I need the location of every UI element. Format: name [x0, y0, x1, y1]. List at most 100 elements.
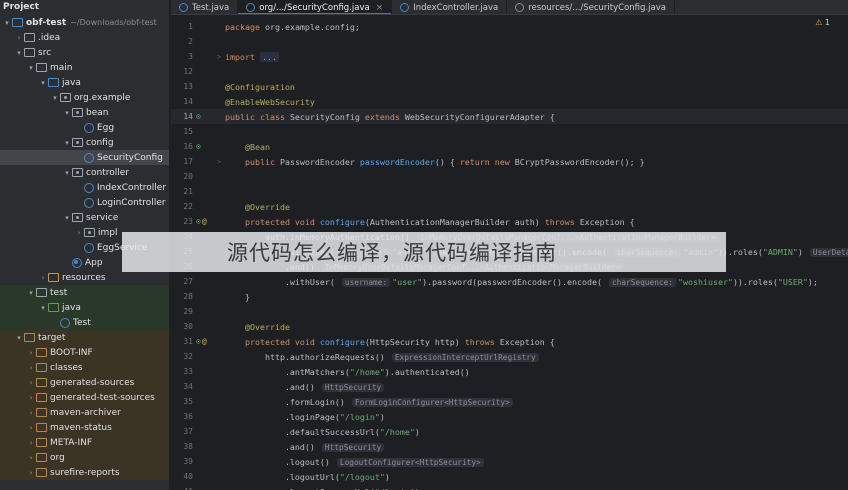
chevron-right-icon[interactable]: ›	[14, 34, 24, 42]
tree-item-resources[interactable]: › resources	[0, 270, 169, 285]
code-line[interactable]: 14 ⊙ public class SecurityConfig extends W…	[171, 109, 848, 124]
chevron-down-icon[interactable]: ▾	[62, 214, 72, 222]
code-line[interactable]: 36 .loginPage("/login")	[171, 409, 848, 424]
tab-test-java[interactable]: Test.java	[171, 0, 239, 14]
tab-indexcontroller-java[interactable]: IndexController.java	[392, 0, 508, 14]
code-line[interactable]: 28 }	[171, 289, 848, 304]
tree-item-test[interactable]: ·Test	[0, 315, 169, 330]
tree-item-java[interactable]: ▾ java	[0, 75, 169, 90]
code-line[interactable]: 12	[171, 64, 848, 79]
tree-item-org[interactable]: › org	[0, 450, 169, 465]
gutter-icons[interactable]: ⊙	[196, 112, 220, 121]
chevron-down-icon[interactable]: ▾	[26, 64, 36, 72]
code-line[interactable]: 21	[171, 184, 848, 199]
chevron-right-icon[interactable]: ›	[26, 394, 36, 402]
tree-item-main[interactable]: ▾ main	[0, 60, 169, 75]
tree-item-maven-archiver[interactable]: › maven-archiver	[0, 405, 169, 420]
chevron-right-icon[interactable]: ›	[38, 274, 48, 282]
close-icon[interactable]: ×	[376, 3, 384, 13]
code-line[interactable]: 22 @Override	[171, 199, 848, 214]
gutter-icons[interactable]: ⊙ @	[196, 217, 220, 226]
tree-item-meta-inf[interactable]: › META-INF	[0, 435, 169, 450]
code-line[interactable]: 23 ⊙ @ protected void configure(Authentica…	[171, 214, 848, 229]
tree-item-egg[interactable]: ·Egg	[0, 120, 169, 135]
code-line[interactable]: 3 > import ...	[171, 49, 848, 64]
code-line[interactable]: 38 .and() HttpSecurity	[171, 439, 848, 454]
chevron-right-icon[interactable]: ›	[74, 229, 84, 237]
override-icon[interactable]: @	[202, 217, 207, 226]
tree-item-surefire-reports[interactable]: › surefire-reports	[0, 465, 169, 480]
code-line[interactable]: 13 @Configuration	[171, 79, 848, 94]
code-line[interactable]: 30 @Override	[171, 319, 848, 334]
code-line[interactable]: 39 .logout() LogoutConfigurer<HttpSecuri…	[171, 454, 848, 469]
chevron-right-icon[interactable]: ›	[26, 364, 36, 372]
tree-item-bean[interactable]: ▾ bean	[0, 105, 169, 120]
code-line[interactable]: 2	[171, 34, 848, 49]
code-line[interactable]: 32 http.authorizeRequests() ExpressionIn…	[171, 349, 848, 364]
chevron-right-icon[interactable]: ›	[26, 439, 36, 447]
code-line[interactable]: 14 @EnableWebSecurity	[171, 94, 848, 109]
chevron-down-icon[interactable]: ▾	[14, 334, 24, 342]
chevron-down-icon[interactable]: ▾	[26, 289, 36, 297]
code-line[interactable]: 35 .formLogin() FormLoginConfigurer<Http…	[171, 394, 848, 409]
tree-item--idea[interactable]: › .idea	[0, 30, 169, 45]
tree-item-maven-status[interactable]: › maven-status	[0, 420, 169, 435]
tree-item-logincontroller[interactable]: ·LoginController	[0, 195, 169, 210]
chevron-down-icon[interactable]: ▾	[62, 169, 72, 177]
tree-item-classes[interactable]: › classes	[0, 360, 169, 375]
tree-item-src[interactable]: ▾ src	[0, 45, 169, 60]
chevron-down-icon[interactable]: ▾	[14, 49, 24, 57]
fold-chevron-icon[interactable]: >	[217, 158, 221, 166]
tree-item-generated-test-sources[interactable]: › generated-test-sources	[0, 390, 169, 405]
code-line[interactable]: 33 .antMatchers("/home").authenticated()	[171, 364, 848, 379]
chevron-right-icon[interactable]: ›	[26, 424, 36, 432]
tree-item-service[interactable]: ▾ service	[0, 210, 169, 225]
chevron-right-icon[interactable]: ›	[26, 349, 36, 357]
code-line[interactable]: 41 .logoutSuccessUrl("/login")	[171, 484, 848, 490]
tree-item-target[interactable]: ▾ target	[0, 330, 169, 345]
code-line[interactable]: 27 .withUser( username: "user").password(…	[171, 274, 848, 289]
tree-item-label: bean	[86, 107, 109, 118]
code-line[interactable]: 20	[171, 169, 848, 184]
gutter-icons[interactable]: ⊙ @	[196, 337, 220, 346]
chevron-down-icon[interactable]: ▾	[38, 79, 48, 87]
code-line[interactable]: 29	[171, 304, 848, 319]
tab-resources-securityconfig-java[interactable]: resources/.../SecurityConfig.java	[507, 0, 675, 14]
fold-chevron-icon[interactable]: >	[217, 53, 221, 61]
code-line[interactable]: 40 .logoutUrl("/logout")	[171, 469, 848, 484]
tree-item-java[interactable]: ▾ java	[0, 300, 169, 315]
tree-item-indexcontroller[interactable]: ·IndexController	[0, 180, 169, 195]
tree-item-boot-inf[interactable]: › BOOT-INF	[0, 345, 169, 360]
chevron-down-icon[interactable]: ▾	[38, 304, 48, 312]
code-line[interactable]: 31 ⊙ @ protected void configure(HttpSecuri…	[171, 334, 848, 349]
tree-item-config[interactable]: ▾ config	[0, 135, 169, 150]
chevron-right-icon[interactable]: ›	[26, 379, 36, 387]
override-icon[interactable]: @	[202, 337, 207, 346]
excluded-folder-icon	[36, 453, 47, 462]
tree-item-obf-test[interactable]: ▾ obf-test ~/Downloads/obf-test	[0, 15, 169, 30]
tree-item-generated-sources[interactable]: › generated-sources	[0, 375, 169, 390]
tree-item-securityconfig[interactable]: ·SecurityConfig	[0, 150, 169, 165]
code-line[interactable]: 1 package org.example.config;	[171, 19, 848, 34]
implemented-method-icon[interactable]: ⊙	[196, 337, 201, 346]
chevron-down-icon[interactable]: ▾	[62, 109, 72, 117]
tree-item-controller[interactable]: ▾ controller	[0, 165, 169, 180]
chevron-down-icon[interactable]: ▾	[50, 94, 60, 102]
chevron-right-icon[interactable]: ›	[26, 454, 36, 462]
code-line[interactable]: 15	[171, 124, 848, 139]
chevron-down-icon[interactable]: ▾	[2, 19, 12, 27]
tree-item-org-example[interactable]: ▾ org.example	[0, 90, 169, 105]
implemented-method-icon[interactable]: ⊙	[196, 112, 201, 121]
code-line[interactable]: 16 ⊙ @Bean	[171, 139, 848, 154]
chevron-down-icon[interactable]: ▾	[62, 139, 72, 147]
code-line[interactable]: 37 .defaultSuccessUrl("/home")	[171, 424, 848, 439]
chevron-right-icon[interactable]: ›	[26, 469, 36, 477]
gutter-icons[interactable]: ⊙	[196, 142, 220, 151]
implemented-method-icon[interactable]: ⊙	[196, 217, 201, 226]
implemented-method-icon[interactable]: ⊙	[196, 142, 201, 151]
tree-item-test[interactable]: ▾ test	[0, 285, 169, 300]
code-line[interactable]: 17 > public PasswordEncoder passwordEncod…	[171, 154, 848, 169]
tab-org-securityconfig-java[interactable]: org/.../SecurityConfig.java ×	[238, 0, 393, 14]
code-line[interactable]: 34 .and() HttpSecurity	[171, 379, 848, 394]
chevron-right-icon[interactable]: ›	[26, 409, 36, 417]
